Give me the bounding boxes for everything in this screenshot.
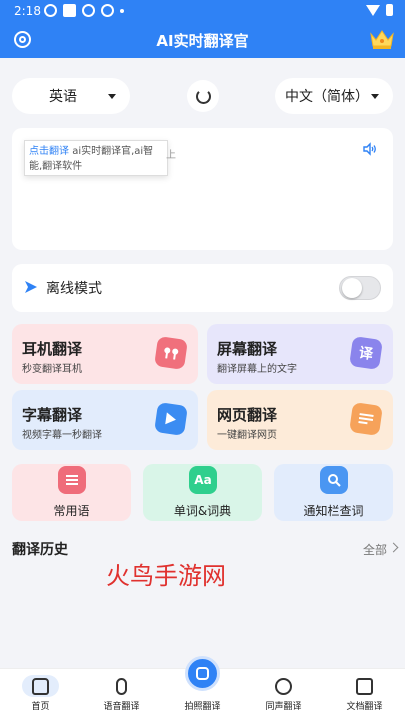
- microphone-icon: [116, 678, 127, 695]
- chevron-down-icon: [371, 94, 379, 99]
- home-icon: [32, 678, 49, 695]
- target-language-label: 中文（简体）: [285, 89, 369, 105]
- nav-tab-document[interactable]: 文档翻译: [324, 669, 405, 720]
- speaker-icon[interactable]: [363, 142, 377, 156]
- feature-card-subtitles[interactable]: 字幕翻译 视频字幕一秒翻译: [12, 390, 198, 450]
- notification-icons: [44, 4, 124, 17]
- tool-notification-lookup[interactable]: 通知栏查词: [274, 464, 393, 521]
- feature-title: 耳机翻译: [22, 340, 83, 358]
- play-icon: [154, 402, 188, 436]
- vip-crown-icon[interactable]: [369, 28, 395, 50]
- feature-card-screen[interactable]: 屏幕翻译 翻译屏幕上的文字 译: [207, 324, 393, 384]
- search-icon: [320, 466, 348, 494]
- main-content: 英语 中文（简体） 点击翻译 ai实时翻译官,ai智能,翻译软件 上 离线模式 …: [0, 58, 405, 668]
- notification-icon: [101, 4, 114, 17]
- camera-icon[interactable]: [185, 656, 220, 691]
- battery-icon: [386, 4, 393, 16]
- feature-subtitle: 一键翻译网页: [217, 430, 277, 441]
- tool-label: 常用语: [53, 504, 90, 518]
- nav-tab-voice[interactable]: 语音翻译: [81, 669, 162, 720]
- history-title: 翻译历史: [12, 542, 68, 558]
- dot-icon: [120, 9, 124, 13]
- target-language-select[interactable]: 中文（简体）: [275, 78, 393, 114]
- app-title: AI实时翻译官: [156, 32, 249, 50]
- nav-label: 文档翻译: [346, 702, 383, 712]
- earbuds-icon: [154, 336, 188, 370]
- input-text-fragment: 上: [166, 150, 176, 161]
- history-view-all-link[interactable]: 全部: [363, 541, 387, 558]
- nav-label: 同声翻译: [265, 702, 302, 712]
- feature-card-earbuds[interactable]: 耳机翻译 秒变翻译耳机: [12, 324, 198, 384]
- tool-label: 通知栏查词: [303, 504, 364, 518]
- source-language-label: 英语: [49, 89, 77, 105]
- feature-subtitle: 翻译屏幕上的文字: [217, 364, 297, 375]
- notification-icon: [63, 4, 76, 17]
- translation-input[interactable]: 点击翻译 ai实时翻译官,ai智能,翻译软件 上: [12, 128, 393, 250]
- simultaneous-icon: [275, 678, 292, 695]
- watermark-text: 火鸟手游网: [106, 562, 226, 590]
- offline-mode-label: 离线模式: [46, 281, 102, 297]
- phrases-icon: [58, 466, 86, 494]
- swap-languages-button[interactable]: [187, 80, 219, 112]
- chevron-right-icon[interactable]: [388, 542, 399, 553]
- nav-label: 语音翻译: [103, 702, 140, 712]
- nav-label: 首页: [31, 702, 50, 712]
- feature-title: 字幕翻译: [22, 406, 83, 424]
- wifi-icon: [366, 4, 380, 16]
- feature-title: 网页翻译: [217, 406, 278, 424]
- chevron-down-icon: [108, 94, 116, 99]
- status-time: 2:18: [14, 4, 41, 18]
- tool-phrases[interactable]: 常用语: [12, 464, 131, 521]
- nav-tab-home[interactable]: 首页: [0, 669, 81, 720]
- airplane-icon: [25, 281, 37, 293]
- dictionary-icon: Aa: [189, 466, 217, 494]
- swap-icon: [195, 88, 211, 104]
- offline-mode-toggle[interactable]: [339, 276, 381, 300]
- translate-icon: 译: [349, 336, 383, 370]
- notification-icon: [82, 4, 95, 17]
- nav-tab-simultaneous[interactable]: 同声翻译: [243, 669, 324, 720]
- feature-subtitle: 视频字幕一秒翻译: [22, 430, 102, 441]
- webpage-icon: [349, 402, 383, 436]
- offline-mode-row: 离线模式: [12, 264, 393, 312]
- document-icon: [356, 678, 373, 695]
- translate-tooltip[interactable]: 点击翻译 ai实时翻译官,ai智能,翻译软件: [24, 140, 168, 176]
- nav-label: 拍照翻译: [184, 702, 221, 712]
- tap-to-translate-link[interactable]: 点击翻译: [29, 146, 69, 157]
- tool-label: 单词&词典: [173, 504, 232, 518]
- toggle-knob: [342, 278, 362, 298]
- feature-title: 屏幕翻译: [217, 340, 278, 358]
- notification-icon: [44, 4, 57, 17]
- tool-dictionary[interactable]: Aa 单词&词典: [143, 464, 262, 521]
- source-language-select[interactable]: 英语: [12, 78, 130, 114]
- app-bar: AI实时翻译官: [0, 22, 405, 58]
- feature-subtitle: 秒变翻译耳机: [22, 364, 82, 375]
- feature-card-webpage[interactable]: 网页翻译 一键翻译网页: [207, 390, 393, 450]
- status-bar: 2:18: [0, 0, 405, 22]
